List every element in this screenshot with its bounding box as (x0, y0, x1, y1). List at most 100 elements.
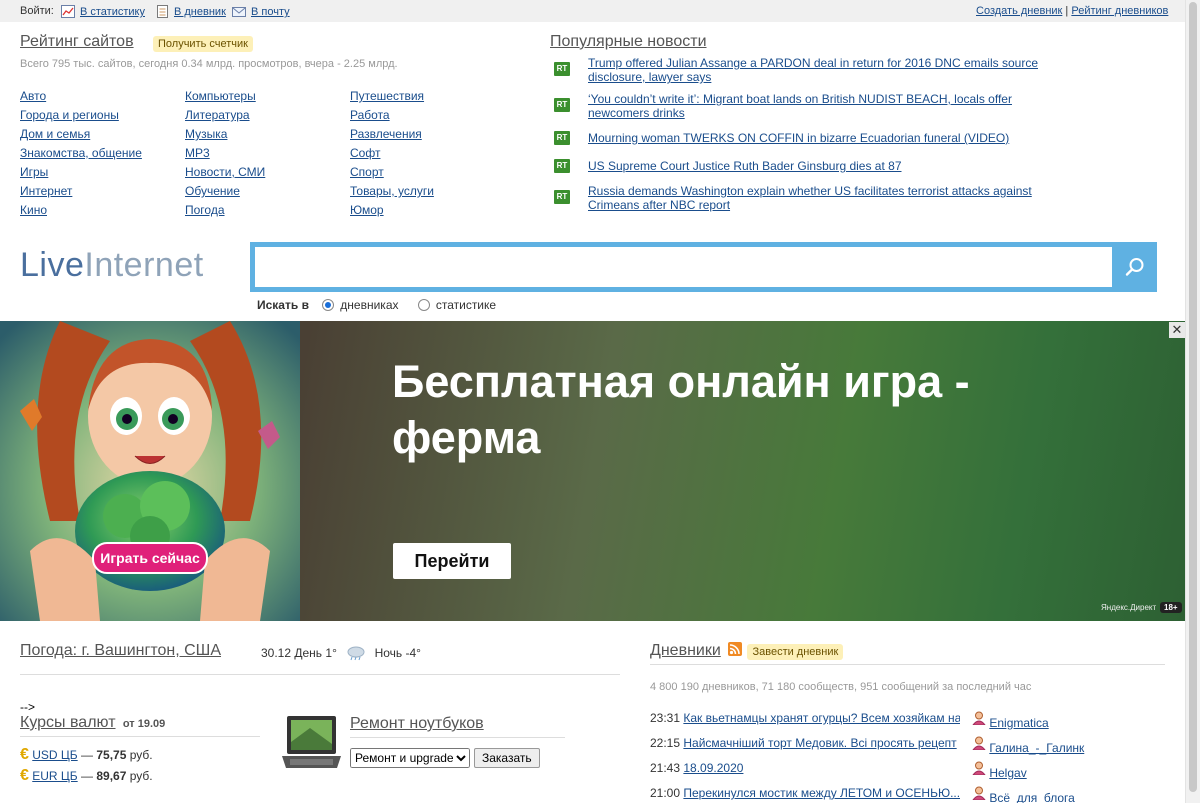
euro-icon: € (20, 767, 29, 784)
category-link[interactable]: Товары, услуги (350, 184, 434, 198)
diaries-stats: 4 800 190 дневников, 71 180 сообществ, 9… (650, 681, 1032, 693)
post-author[interactable]: Helgav (972, 761, 1027, 780)
user-icon (972, 711, 986, 728)
category-link[interactable]: Обучение (185, 184, 240, 198)
category-link[interactable]: Юмор (350, 203, 384, 217)
category-link[interactable]: MP3 (185, 146, 210, 160)
category-link[interactable]: Путешествия (350, 89, 424, 103)
rt-source-icon: RT (554, 62, 570, 76)
category-link[interactable]: Интернет (20, 184, 72, 198)
weather-date: 30.12 (261, 646, 292, 660)
category-link[interactable]: Знакомства, общение (20, 146, 142, 160)
category-link[interactable]: Новости, СМИ (185, 165, 265, 179)
diary-post-row: 21:43 18.09.2020 (650, 761, 960, 775)
repair-divider (350, 737, 565, 738)
ad-go-button[interactable]: Перейти (393, 543, 511, 579)
weather-title[interactable]: Погода: г. Вашингтон, США (20, 642, 221, 660)
search-input[interactable] (255, 247, 1112, 287)
author-link[interactable]: Галина_-_Галинк (989, 741, 1084, 755)
category-link[interactable]: Кино (20, 203, 47, 217)
author-link[interactable]: Enigmatica (989, 716, 1048, 730)
post-author[interactable]: Галина_-_Галинк (972, 736, 1084, 755)
rt-source-icon: RT (554, 131, 570, 145)
stats-login-link[interactable]: В статистику (61, 5, 145, 18)
search-icon (1125, 258, 1143, 276)
scrollbar-thumb[interactable] (1189, 2, 1197, 792)
news-item-link[interactable]: ‘You couldn’t write it’: Migrant boat la… (588, 92, 1048, 120)
get-counter-button[interactable]: Получить счетчик (153, 36, 253, 52)
create-diary-button[interactable]: Завести дневник (747, 644, 844, 660)
login-label: Войти: (20, 5, 54, 17)
post-title-link[interactable]: Как вьетнамцы хранят огурцы? Всем хозяйк… (683, 711, 960, 725)
category-link[interactable]: Игры (20, 165, 48, 179)
post-author[interactable]: Всё_для_блога (972, 786, 1075, 803)
farm-game-illustration (0, 321, 300, 621)
diary-login-link[interactable]: В дневник (155, 5, 226, 18)
diary-rating-link[interactable]: Рейтинг дневников (1071, 5, 1168, 17)
ad-game-image[interactable]: Играть сейчас (0, 321, 300, 621)
page-scrollbar[interactable] (1185, 0, 1200, 803)
author-link[interactable]: Helgav (989, 766, 1026, 780)
news-item-link[interactable]: Trump offered Julian Assange a PARDON de… (588, 56, 1048, 84)
rate-unit: руб. (129, 748, 153, 762)
category-link[interactable]: Спорт (350, 165, 384, 179)
category-link[interactable]: Авто (20, 89, 46, 103)
stats-link[interactable]: В статистику (80, 6, 145, 18)
euro-icon: € (20, 746, 29, 763)
news-item-link[interactable]: Russia demands Washington explain whethe… (588, 184, 1048, 212)
rate-code-link[interactable]: USD ЦБ (32, 748, 77, 762)
repair-title[interactable]: Ремонт ноутбуков (350, 715, 484, 733)
category-link[interactable]: Музыка (185, 127, 227, 141)
order-button[interactable]: Заказать (474, 748, 540, 768)
ad-close-icon[interactable]: ✕ (1169, 322, 1185, 338)
author-link[interactable]: Всё_для_блога (989, 791, 1074, 803)
post-time: 22:15 (650, 736, 681, 750)
play-now-button[interactable]: Играть сейчас (93, 543, 207, 573)
news-item-link[interactable]: US Supreme Court Justice Ruth Bader Gins… (588, 159, 1048, 173)
post-title-link[interactable]: Перекинулся мостик между ЛЕТОМ и ОСЕНЬЮ.… (683, 786, 960, 800)
ad-title[interactable]: Бесплатная онлайн игра - ферма (392, 354, 1092, 466)
category-link[interactable]: Софт (350, 146, 380, 160)
rating-title[interactable]: Рейтинг сайтов (20, 33, 134, 51)
liveinternet-logo[interactable]: LiveInternet (20, 246, 204, 285)
ad-banner[interactable]: Играть сейчас Бесплатная онлайн игра - ф… (0, 321, 1185, 621)
category-link[interactable]: Работа (350, 108, 390, 122)
repair-select[interactable]: Ремонт и upgrade (350, 748, 470, 768)
post-time: 21:00 (650, 786, 681, 800)
post-author[interactable]: Enigmatica (972, 711, 1049, 730)
diary-post-row: 23:31 Как вьетнамцы хранят огурцы? Всем … (650, 711, 960, 725)
user-icon (972, 761, 986, 778)
rt-source-icon: RT (554, 190, 570, 204)
category-link[interactable]: Литература (185, 108, 250, 122)
category-link[interactable]: Города и регионы (20, 108, 119, 122)
news-title[interactable]: Популярные новости (550, 33, 707, 51)
post-title-link[interactable]: 18.09.2020 (683, 761, 743, 775)
rate-row: € USD ЦБ — 75,75 руб. (20, 746, 153, 764)
ad-provider-label[interactable]: Яндекс.Директ (1101, 603, 1156, 612)
diary-link[interactable]: В дневник (174, 6, 226, 18)
category-link[interactable]: Погода (185, 203, 225, 217)
stray-comment-text: --> (20, 700, 35, 714)
diaries-title[interactable]: Дневники (650, 642, 721, 659)
rate-dash: — (81, 769, 94, 783)
rate-code-link[interactable]: EUR ЦБ (32, 769, 77, 783)
rates-title[interactable]: Курсы валют (20, 714, 116, 731)
mail-icon (232, 7, 246, 17)
rss-icon[interactable] (728, 642, 743, 656)
mail-login-link[interactable]: В почту (232, 5, 290, 18)
scope-stats-option[interactable]: статистике (417, 298, 496, 312)
create-diary-link[interactable]: Создать дневник (976, 5, 1062, 17)
search-button[interactable] (1112, 242, 1157, 292)
radio-diaries[interactable] (322, 299, 335, 311)
category-link[interactable]: Компьютеры (185, 89, 256, 103)
radio-stats[interactable] (417, 299, 430, 311)
rates-date: от 19.09 (122, 718, 166, 730)
news-item-link[interactable]: Mourning woman TWERKS ON COFFIN in bizar… (588, 131, 1048, 145)
laptop-icon[interactable] (280, 714, 343, 770)
post-title-link[interactable]: Найсмачніший торт Медовик. Всі просять р… (683, 736, 956, 750)
scope-diaries-option[interactable]: дневниках (322, 298, 399, 312)
category-link[interactable]: Развлечения (350, 127, 422, 141)
mail-link[interactable]: В почту (251, 6, 290, 18)
category-link[interactable]: Дом и семья (20, 127, 90, 141)
user-icon (972, 736, 986, 753)
